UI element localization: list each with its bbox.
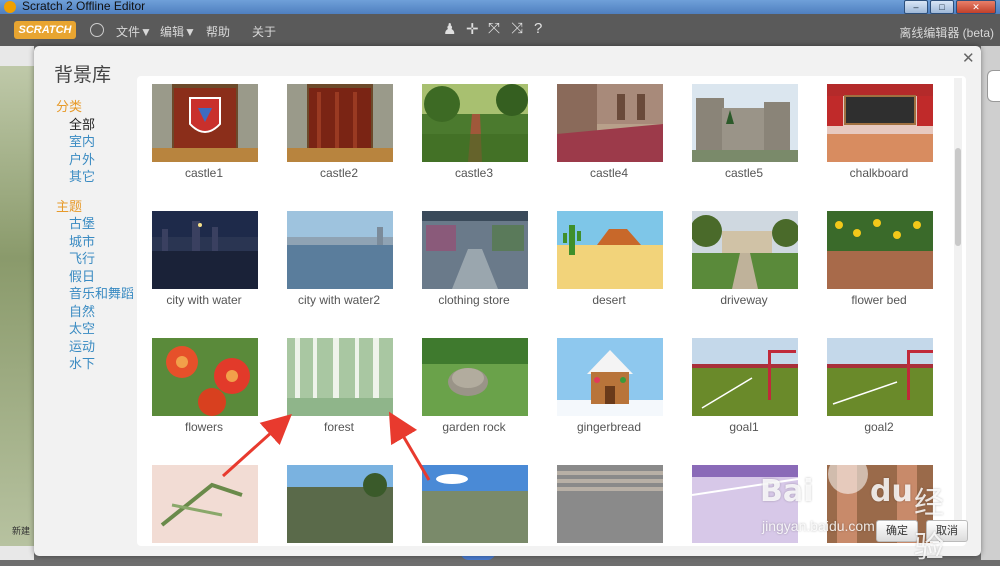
minimize-button[interactable]: –: [904, 0, 928, 14]
theme-castle[interactable]: 古堡: [56, 215, 134, 233]
grow-tool-icon[interactable]: ⤧: [488, 20, 500, 37]
window-controls: – □ ✕: [904, 0, 996, 14]
category-indoors[interactable]: 室内: [56, 133, 134, 151]
menu-about[interactable]: 关于: [252, 23, 276, 40]
theme-flying[interactable]: 飞行: [56, 250, 134, 268]
shrink-tool-icon[interactable]: ⤨: [511, 20, 523, 37]
editor-right-panel: [981, 46, 1000, 560]
watermark-brand-2: du: [870, 474, 913, 509]
theme-underwater[interactable]: 水下: [56, 355, 134, 373]
menu-edit[interactable]: 编辑▼: [160, 23, 196, 40]
category-outdoors[interactable]: 户外: [56, 151, 134, 169]
watermark-suffix: 经验: [914, 487, 944, 564]
watermark-brand: Bai: [760, 474, 814, 509]
editor-left-panel: 新建: [0, 46, 34, 560]
window-title: Scratch 2 Offline Editor: [22, 0, 146, 13]
section-category-title: 分类: [56, 99, 83, 114]
maximize-button[interactable]: □: [930, 0, 954, 14]
new-sprite-label: 新建: [12, 526, 31, 536]
theme-space[interactable]: 太空: [56, 320, 134, 338]
category-all[interactable]: 全部: [56, 116, 134, 134]
menu-file[interactable]: 文件▼: [116, 23, 152, 40]
menu-help[interactable]: 帮助: [206, 23, 230, 40]
ok-button[interactable]: 确定: [876, 520, 918, 542]
stamp-tool-icon[interactable]: ♟: [443, 20, 456, 38]
category-other[interactable]: 其它: [56, 168, 134, 186]
dialog-title: 背景库: [54, 65, 112, 86]
category-sidebar: 分类 全部 室内 户外 其它 主题 古堡 城市 飞行 假日 音乐和舞蹈 自然 太…: [56, 98, 134, 373]
menubar: SCRATCH 文件▼ 编辑▼ 帮助 关于 ♟ ✛ ⤧ ⤨ ? 离线编辑器 (b…: [0, 14, 1000, 46]
scratch-logo[interactable]: SCRATCH: [14, 21, 76, 39]
grid-scrollbar[interactable]: [954, 78, 962, 542]
theme-music-dance[interactable]: 音乐和舞蹈: [56, 285, 134, 303]
watermark-url: jingyan.baidu.com: [762, 518, 875, 534]
help-tool-icon[interactable]: ?: [534, 20, 542, 37]
theme-city[interactable]: 城市: [56, 233, 134, 251]
theme-nature[interactable]: 自然: [56, 303, 134, 321]
section-theme-title: 主题: [56, 198, 83, 214]
language-globe-icon[interactable]: [90, 23, 104, 37]
dialog-close-icon[interactable]: ✕: [962, 49, 975, 67]
duplicate-tool-icon[interactable]: ✛: [466, 20, 479, 38]
editor-name-label: 离线编辑器 (beta): [899, 26, 994, 40]
theme-sports[interactable]: 运动: [56, 338, 134, 356]
scratch-app-icon: [4, 1, 16, 13]
scripts-tab[interactable]: [987, 70, 1000, 102]
window-close-button[interactable]: ✕: [956, 0, 996, 14]
window-titlebar: Scratch 2 Offline Editor – □ ✕: [0, 0, 1000, 14]
baidu-paw-icon: [828, 454, 868, 494]
scrollbar-thumb[interactable]: [955, 148, 961, 246]
theme-holiday[interactable]: 假日: [56, 268, 134, 286]
stage-preview: [0, 66, 34, 546]
